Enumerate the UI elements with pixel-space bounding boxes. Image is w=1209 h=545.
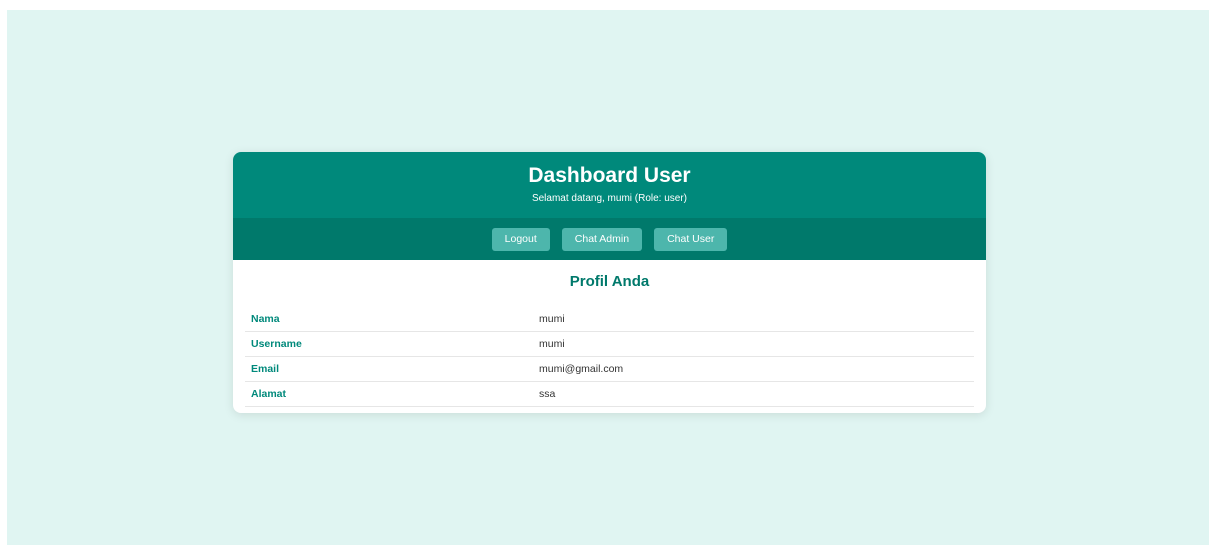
- welcome-message: Selamat datang, mumi (Role: user): [531, 193, 688, 204]
- nav-bar: Logout Chat Admin Chat User: [233, 218, 986, 260]
- field-value-nama: mumi: [533, 307, 974, 332]
- chat-user-button[interactable]: Chat User: [654, 227, 728, 251]
- field-label-email: Email: [245, 356, 533, 382]
- field-label-alamat: Alamat: [245, 381, 533, 407]
- profile-heading: Profil Anda: [569, 273, 650, 290]
- dashboard-card: Dashboard User Selamat datang, mumi (Rol…: [233, 152, 986, 413]
- page-background: Dashboard User Selamat datang, mumi (Rol…: [7, 10, 1209, 545]
- field-value-email: mumi@gmail.com: [533, 356, 974, 382]
- field-value-username: mumi: [533, 331, 974, 357]
- profile-table: Nama mumi Username mumi Email mumi@gmail…: [245, 307, 974, 407]
- table-row: Email mumi@gmail.com: [245, 356, 974, 382]
- logout-button[interactable]: Logout: [491, 227, 550, 251]
- page-title: Dashboard User: [528, 164, 691, 187]
- table-row: Username mumi: [245, 331, 974, 357]
- table-row: Alamat ssa: [245, 381, 974, 407]
- table-row: Nama mumi: [245, 307, 974, 332]
- field-label-nama: Nama: [245, 307, 533, 332]
- profile-section: Profil Anda Nama mumi Username mumi Emai…: [233, 260, 986, 407]
- field-value-alamat: ssa: [533, 381, 974, 407]
- field-label-username: Username: [245, 331, 533, 357]
- chat-admin-button[interactable]: Chat Admin: [561, 227, 643, 251]
- dashboard-header: Dashboard User Selamat datang, mumi (Rol…: [233, 152, 986, 218]
